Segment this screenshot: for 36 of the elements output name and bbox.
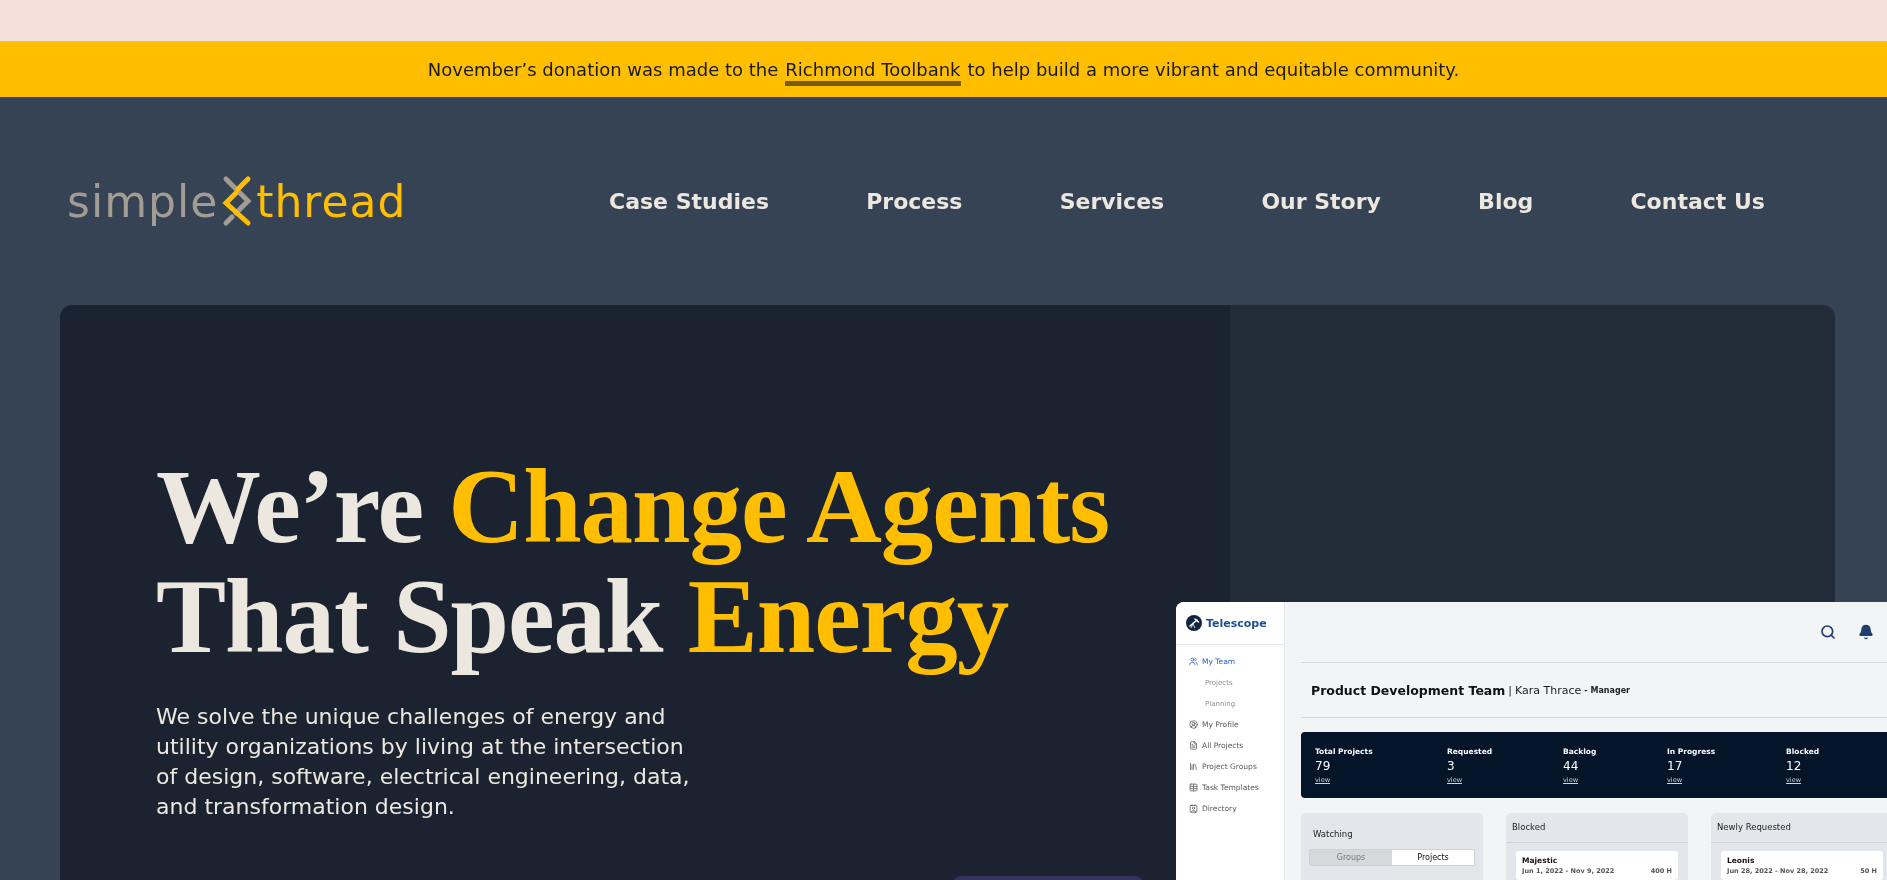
stack-icon	[1189, 762, 1198, 771]
nav-link[interactable]: Services	[1059, 188, 1165, 214]
document-icon	[1189, 741, 1198, 750]
stat-value: 44	[1563, 758, 1580, 773]
stat-value: 17	[1667, 758, 1684, 773]
nav-link[interactable]: Process	[866, 188, 963, 214]
panel-title: Newly Requested	[1711, 813, 1887, 843]
panel-title: Blocked	[1506, 813, 1688, 843]
team-role: - Manager	[1584, 685, 1630, 695]
stat-value: 12	[1786, 758, 1803, 773]
panel-title: Watching	[1312, 828, 1354, 841]
stat-value: 3	[1447, 758, 1456, 773]
nav-link[interactable]: Case Studies	[609, 188, 769, 214]
user-icon	[1189, 720, 1198, 729]
logo-text: thread	[256, 175, 407, 227]
search-icon[interactable]	[1820, 624, 1836, 640]
thread-knot-icon	[222, 175, 253, 227]
logo-text: simple	[67, 175, 219, 227]
telescope-logo-icon	[1186, 615, 1202, 631]
nav-link[interactable]: Contact Us	[1630, 188, 1765, 214]
team-title: Product Development Team	[1311, 682, 1506, 698]
notification-bell-icon[interactable]	[1858, 624, 1874, 640]
announcement-link[interactable]: Richmond Toolbank	[785, 58, 961, 86]
announcement-text: to help build a more vibrant and equitable community.	[967, 59, 1460, 80]
announcement-text: November’s donation was made to the	[427, 59, 779, 80]
nav-link[interactable]: Blog	[1478, 188, 1534, 214]
toggle-option[interactable]: Projects	[1392, 850, 1474, 865]
separator: |	[1508, 683, 1513, 697]
team-member: Kara Thrace	[1515, 683, 1582, 697]
users-icon	[1189, 657, 1198, 666]
table-icon	[1189, 783, 1198, 792]
contact-card-icon	[1189, 804, 1198, 813]
stat-value: 79	[1315, 758, 1332, 773]
nav-link[interactable]: Our Story	[1261, 188, 1381, 214]
hero-paragraph: We solve the unique challenges of energy and utility organizations by living at the intersection of design, software, electrical engineering, data, and transformation design.	[156, 703, 690, 821]
app-name: Telescope	[1206, 616, 1267, 630]
